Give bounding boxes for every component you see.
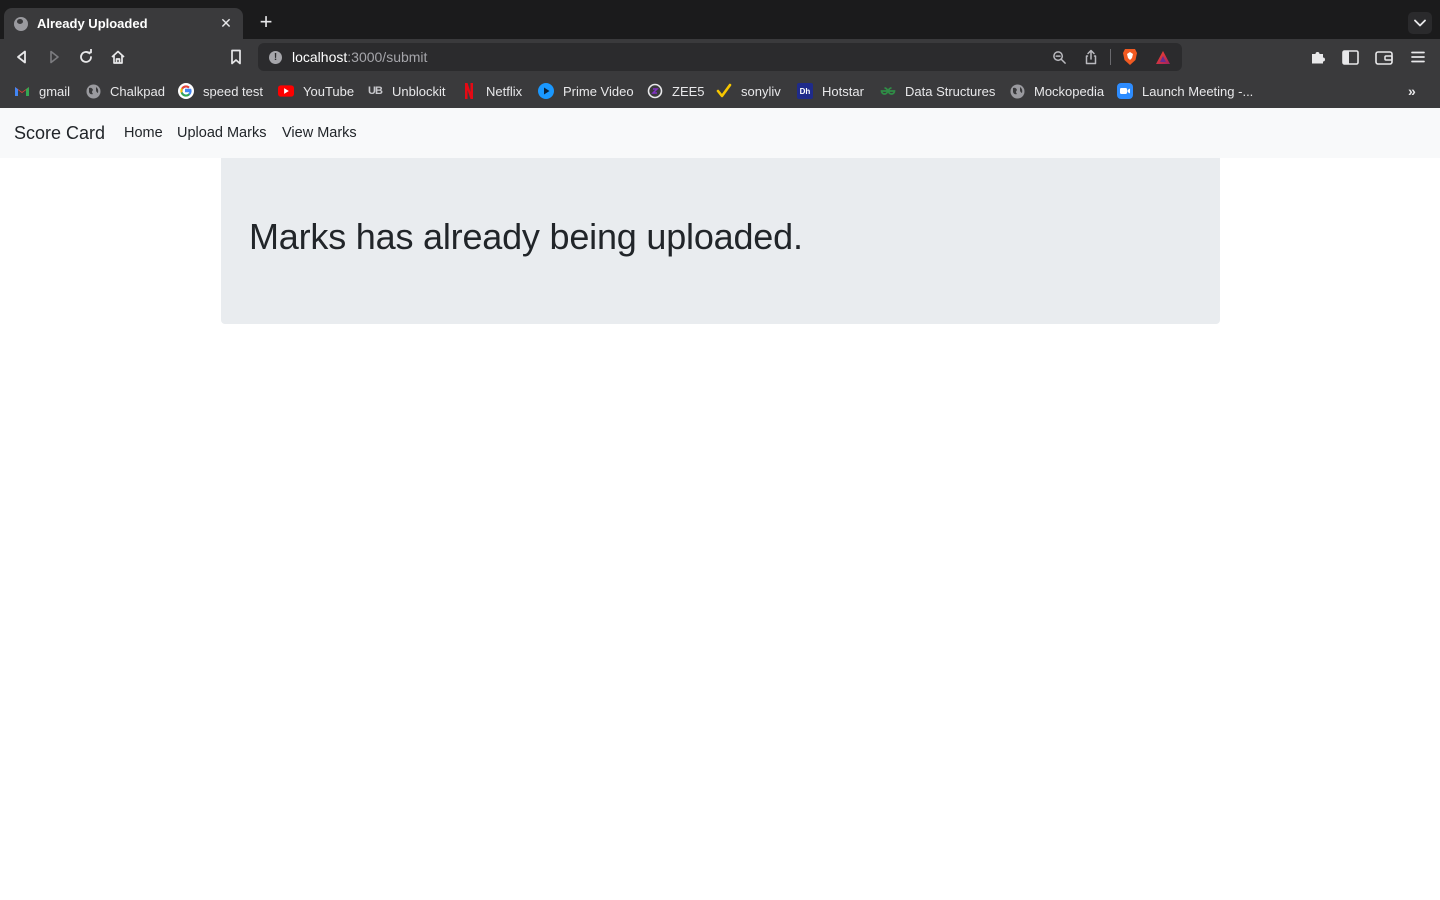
hamburger-icon: [1411, 51, 1425, 63]
home-button[interactable]: [108, 47, 128, 67]
reload-icon: [80, 49, 92, 63]
site-navbar: Score Card Home Upload Marks View Marks: [0, 108, 1440, 158]
zoom-button[interactable]: [1049, 47, 1069, 67]
bookmark-prime-video[interactable]: Prime Video: [538, 82, 634, 100]
address-bar-divider: [1110, 49, 1111, 65]
reload-button[interactable]: [76, 47, 96, 67]
brave-shield-icon: [1123, 49, 1137, 65]
address-bar[interactable]: ! localhost:3000/submit: [258, 43, 1182, 71]
youtube-icon: [278, 83, 294, 99]
brave-rewards-icon: [1156, 50, 1170, 64]
sonyliv-icon: [716, 83, 732, 99]
brave-shields-button[interactable]: [1120, 47, 1140, 67]
bookmark-chalkpad[interactable]: Chalkpad: [85, 82, 165, 100]
bookmark-label: sonyliv: [741, 83, 781, 99]
forward-icon: [50, 50, 59, 64]
bookmark-icon: [231, 49, 241, 65]
bookmark-label: Chalkpad: [110, 83, 165, 99]
zoom-icon: [1117, 83, 1133, 99]
extensions-button[interactable]: [1308, 47, 1328, 67]
puzzle-icon: [1312, 52, 1325, 64]
globe-icon: [1009, 83, 1025, 99]
navbar-brand[interactable]: Score Card: [14, 123, 105, 144]
bookmark-label: ZEE5: [672, 83, 705, 99]
geeksforgeeks-icon: [880, 83, 896, 99]
new-tab-button[interactable]: +: [256, 11, 276, 33]
bookmark-label: Prime Video: [563, 83, 634, 99]
back-icon: [17, 50, 26, 64]
bookmark-label: speed test: [203, 83, 263, 99]
bookmark-zee5[interactable]: ZEE5: [647, 82, 705, 100]
brave-rewards-button[interactable]: [1153, 47, 1173, 67]
zee5-icon: [647, 83, 663, 99]
bookmark-label: YouTube: [303, 83, 355, 99]
status-message: Marks has already being uploaded.: [249, 216, 803, 257]
bookmark-mockopedia[interactable]: Mockopedia: [1009, 82, 1104, 100]
home-icon: [111, 50, 125, 64]
chevron-down-icon: [1414, 19, 1426, 27]
bookmark-label: Launch Meeting -...: [1142, 83, 1254, 99]
message-panel: Marks has already being uploaded.: [221, 158, 1220, 324]
wallet-button[interactable]: [1374, 47, 1394, 67]
google-icon: [178, 83, 194, 99]
hotstar-icon: Dh: [797, 83, 813, 99]
gmail-icon: [14, 83, 30, 99]
bookmark-label: Unblockit: [392, 83, 446, 99]
tab-strip: Already Uploaded ✕ +: [0, 0, 1440, 39]
globe-icon: [14, 16, 28, 31]
bookmark-hotstar[interactable]: Dh Hotstar: [797, 82, 864, 100]
bookmark-label: gmail: [39, 83, 71, 99]
netflix-icon: [461, 83, 477, 99]
bookmark-netflix[interactable]: Netflix: [461, 82, 522, 100]
zoom-icon: [1052, 50, 1066, 64]
bookmarks-bar: gmail Chalkpad speed test YouTube UB Unb…: [0, 75, 1440, 108]
site-info-icon[interactable]: !: [269, 51, 282, 64]
url-host: localhost: [292, 49, 348, 65]
bookmark-label: Data Structures: [905, 83, 996, 99]
tab-search-button[interactable]: [1408, 12, 1432, 34]
bookmark-label: Netflix: [486, 83, 523, 99]
browser-tab[interactable]: Already Uploaded ✕: [4, 8, 243, 39]
bookmark-page-button[interactable]: [226, 47, 246, 67]
bookmark-label: Mockopedia: [1034, 83, 1105, 99]
tab-title: Already Uploaded: [37, 16, 148, 31]
close-tab-icon[interactable]: ✕: [219, 15, 233, 32]
browser-toolbar: ! localhost:3000/submit: [0, 39, 1440, 75]
wallet-icon: [1375, 50, 1393, 65]
bookmark-speed-test[interactable]: speed test: [178, 82, 263, 100]
unblockit-icon: UB: [368, 85, 383, 97]
main-menu-button[interactable]: [1408, 47, 1428, 67]
sidebar-button[interactable]: [1340, 47, 1360, 67]
nav-link-view-marks[interactable]: View Marks: [282, 125, 357, 141]
nav-link-home[interactable]: Home: [124, 125, 163, 141]
prime-video-icon: [538, 83, 554, 99]
bookmark-gmail[interactable]: gmail: [14, 82, 70, 100]
bookmark-label: Hotstar: [822, 83, 864, 99]
bookmark-sonyliv[interactable]: sonyliv: [716, 82, 781, 100]
forward-button[interactable]: [44, 47, 64, 67]
share-icon: [1085, 49, 1097, 65]
sidebar-icon: [1341, 49, 1359, 65]
nav-link-upload-marks[interactable]: Upload Marks: [177, 125, 266, 141]
url-text: localhost:3000/submit: [292, 49, 427, 65]
bookmark-youtube[interactable]: YouTube: [278, 82, 354, 100]
bookmark-data-structures[interactable]: Data Structures: [880, 82, 995, 100]
share-button[interactable]: [1081, 47, 1101, 67]
globe-icon: [85, 83, 101, 99]
url-path: :3000/submit: [347, 49, 428, 65]
bookmark-unblockit[interactable]: UB Unblockit: [367, 82, 445, 100]
back-button[interactable]: [12, 47, 32, 67]
more-bookmarks-button[interactable]: »: [1408, 83, 1416, 99]
bookmark-launch-meeting[interactable]: Launch Meeting -...: [1117, 82, 1253, 100]
